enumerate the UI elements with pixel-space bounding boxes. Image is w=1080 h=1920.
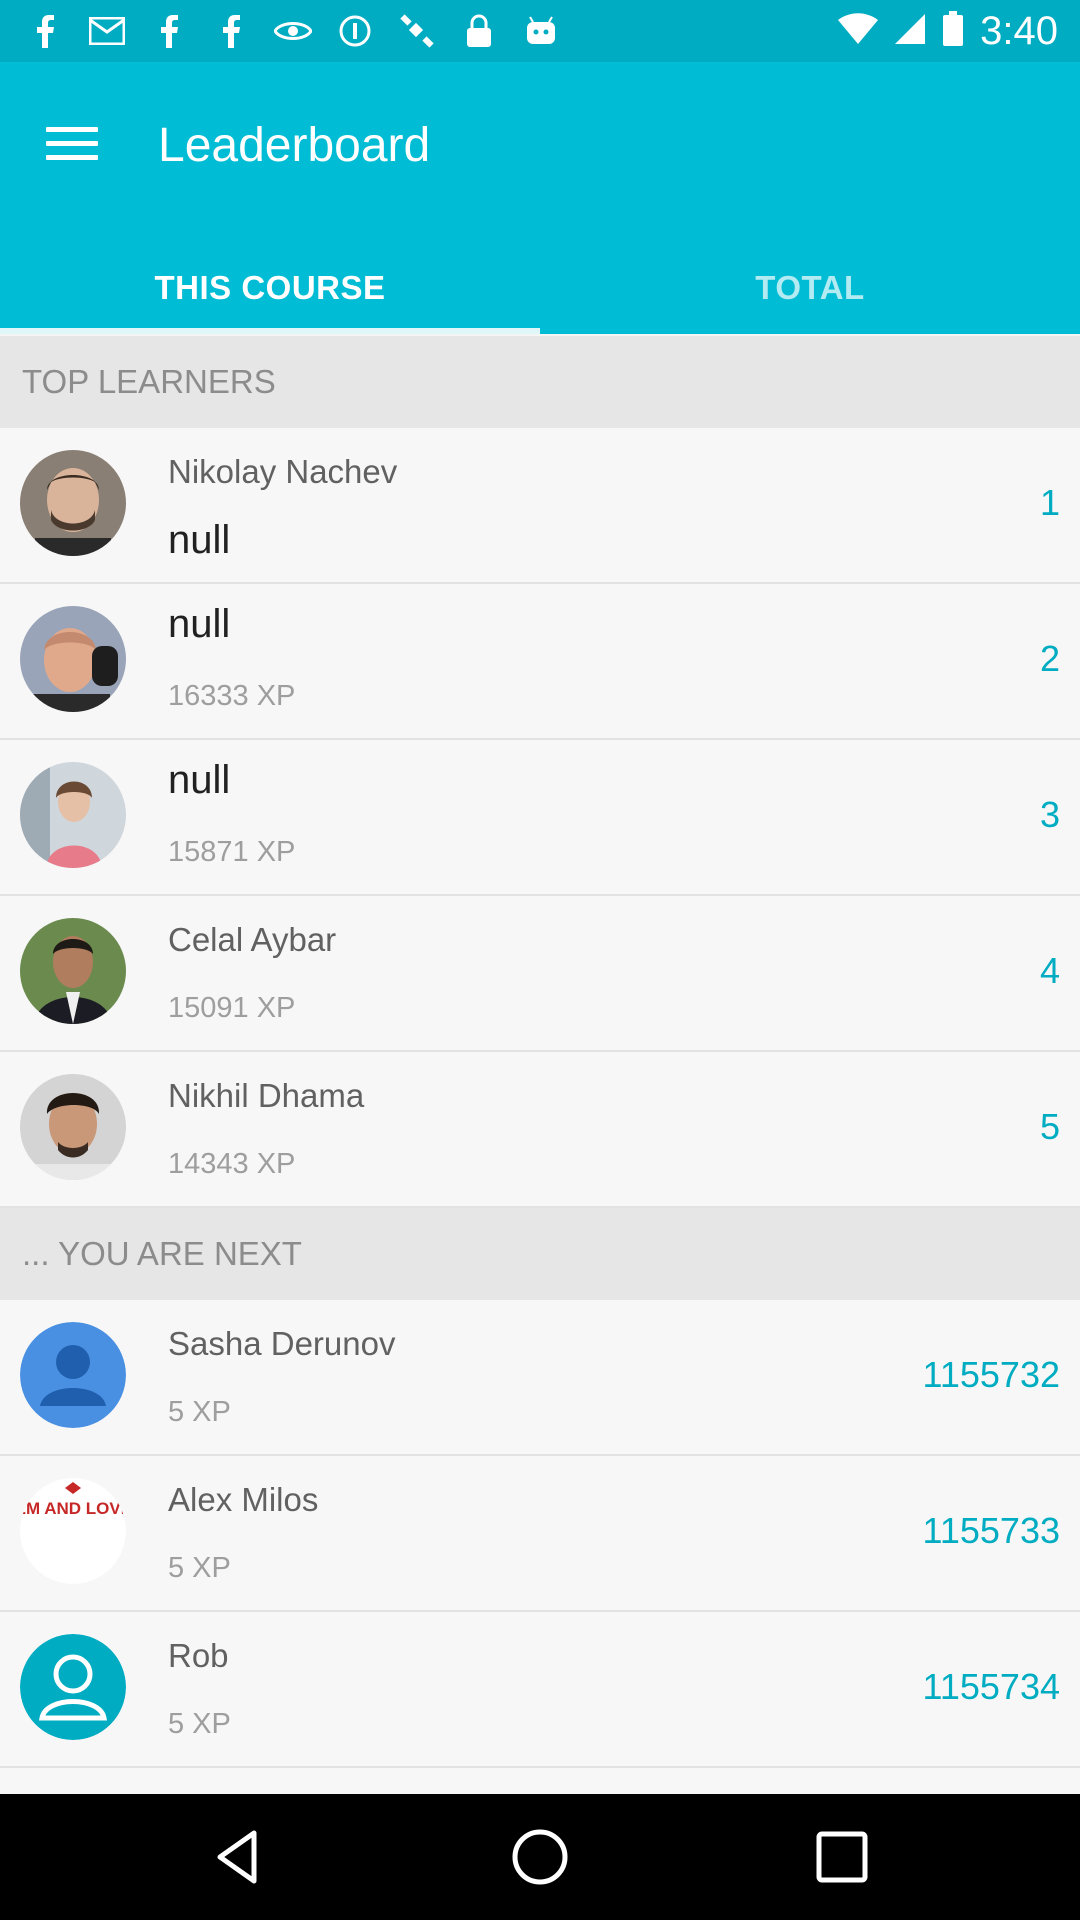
avatar [20, 918, 126, 1024]
mail-icon [88, 12, 126, 50]
learner-xp: null [168, 518, 231, 562]
app-bar: Leaderboard THIS COURSE TOTAL [0, 62, 1080, 334]
learner-xp: 5 XP [168, 1396, 231, 1428]
learner-name: Alex Milos [168, 1481, 319, 1518]
learner-rank: 5 [1039, 1106, 1060, 1147]
back-icon[interactable] [210, 1827, 270, 1887]
list-item[interactable]: KEEP CALM AND LOVE DINAMO Alex Milos 5 X… [0, 1456, 1080, 1612]
lock-icon [460, 12, 498, 50]
list-item[interactable]: null 16333 XP 2 [0, 584, 1080, 740]
tab-total[interactable]: TOTAL [540, 242, 1080, 334]
tab-bar: THIS COURSE TOTAL [0, 242, 1080, 334]
hamburger-menu-icon[interactable] [46, 118, 98, 170]
default-avatar-icon [20, 1322, 126, 1428]
page-title: Leaderboard [158, 119, 431, 172]
learner-rank: 3 [1039, 794, 1060, 835]
avatar-badge-text: KEEP CALM AND LOVE DINAMO [20, 1499, 126, 1518]
list-item[interactable]: Sasha Derunov 5 XP 1155732 [0, 1300, 1080, 1456]
list-item[interactable]: null 15871 XP 3 [0, 740, 1080, 896]
notification-icons [26, 12, 560, 50]
android-icon [522, 12, 560, 50]
learner-xp: 15091 XP [168, 992, 296, 1024]
status-right: 3:40 [838, 8, 1058, 54]
satellite-icon [398, 12, 436, 50]
facebook-icon [26, 12, 64, 50]
facebook-icon-2 [150, 12, 188, 50]
learner-xp: 5 XP [168, 1708, 231, 1740]
default-avatar-icon [20, 1634, 126, 1740]
status-time: 3:40 [980, 9, 1058, 53]
eye-icon [274, 12, 312, 50]
learner-name: Nikhil Dhama [168, 1077, 365, 1114]
avatar: KEEP CALM AND LOVE DINAMO [20, 1478, 126, 1584]
section-header-you-are-next: ... YOU ARE NEXT [0, 1208, 1080, 1300]
learner-rank: 2 [1039, 638, 1060, 679]
learner-xp: 14343 XP [168, 1148, 296, 1180]
learner-name: null [168, 602, 231, 646]
list-item[interactable]: Nikhil Dhama 14343 XP 5 [0, 1052, 1080, 1208]
list-item-partial [0, 1768, 1080, 1794]
status-bar: 3:40 [0, 0, 1080, 62]
avatar [20, 606, 126, 712]
learner-xp: 16333 XP [168, 680, 296, 712]
wifi-icon [838, 12, 879, 50]
learner-name: Rob [168, 1637, 229, 1674]
learner-name: null [168, 758, 231, 802]
learner-rank: 1155734 [922, 1666, 1060, 1707]
signal-icon [894, 13, 926, 50]
avatar [20, 450, 126, 556]
list-item[interactable]: Celal Aybar 15091 XP 4 [0, 896, 1080, 1052]
info-circle-icon [336, 12, 374, 50]
learner-rank: 1 [1039, 482, 1060, 523]
learner-rank: 4 [1039, 950, 1060, 991]
learner-rank: 1155732 [922, 1354, 1060, 1395]
home-icon[interactable] [510, 1827, 570, 1887]
recent-apps-icon[interactable] [812, 1827, 872, 1887]
section-header-top-learners: TOP LEARNERS [0, 336, 1080, 428]
avatar [20, 762, 126, 868]
avatar [20, 1074, 126, 1180]
learner-rank: 1155733 [922, 1510, 1060, 1551]
learner-name: Celal Aybar [168, 921, 337, 958]
learner-xp: 5 XP [168, 1552, 231, 1584]
battery-icon [942, 10, 964, 52]
list-item[interactable]: Nikolay Nachev null 1 [0, 428, 1080, 584]
learner-xp: 15871 XP [168, 836, 296, 868]
learner-name: Nikolay Nachev [168, 453, 398, 490]
system-navigation-bar [0, 1794, 1080, 1920]
facebook-icon-3 [212, 12, 250, 50]
list-item[interactable]: Rob 5 XP 1155734 [0, 1612, 1080, 1768]
tab-this-course[interactable]: THIS COURSE [0, 242, 540, 334]
learner-name: Sasha Derunov [168, 1325, 396, 1362]
